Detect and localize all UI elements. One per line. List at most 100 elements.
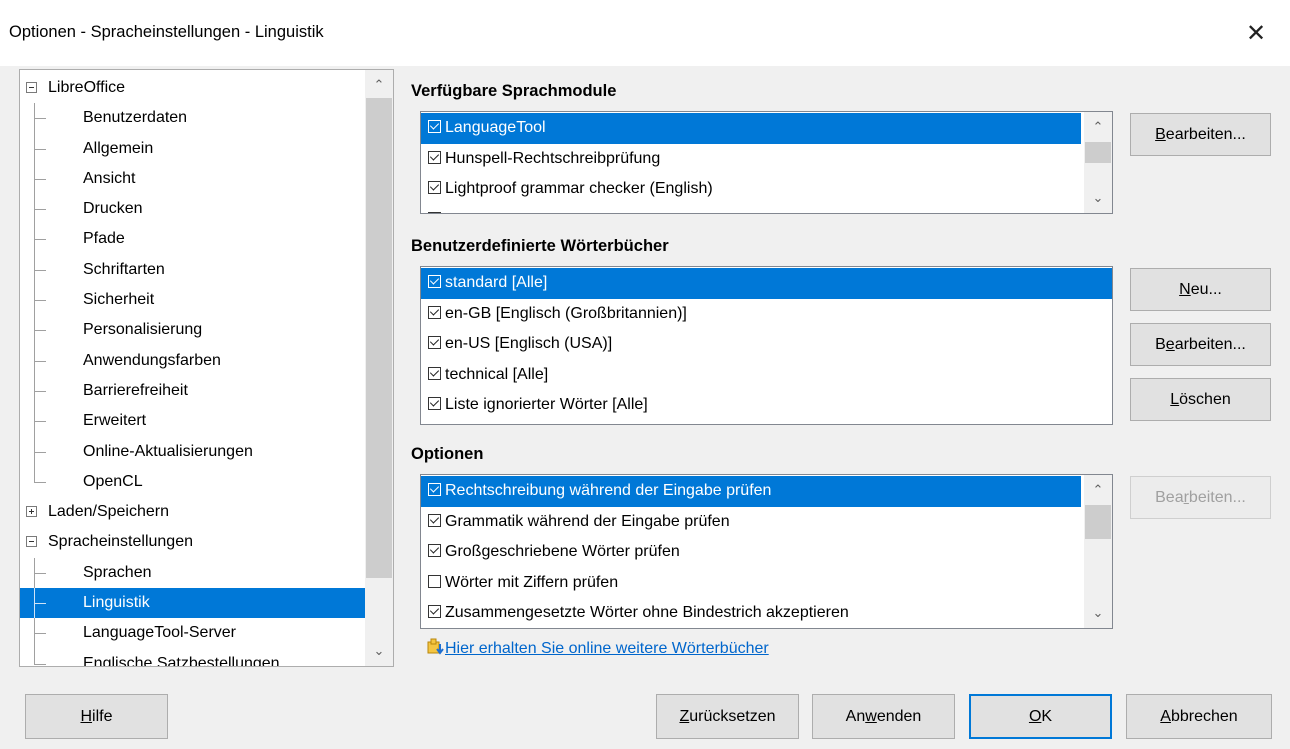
tree-item[interactable]: Pfade	[20, 224, 366, 255]
scroll-thumb[interactable]	[1085, 142, 1111, 163]
checkbox[interactable]	[428, 211, 441, 213]
list-item[interactable]: Liste ignorierter Wörter [Alle]	[421, 390, 1112, 421]
tree-item[interactable]: LanguageTool-Server	[20, 618, 366, 649]
scroll-thumb[interactable]	[1085, 505, 1111, 539]
checkbox[interactable]	[428, 366, 441, 380]
checkbox[interactable]	[428, 483, 441, 496]
checkbox[interactable]	[428, 150, 441, 164]
scroll-down-icon[interactable]: ⌄	[1084, 600, 1112, 626]
scroll-down-icon[interactable]: ⌄	[1084, 185, 1112, 211]
tree-item[interactable]: Allgemein	[20, 133, 366, 164]
btn-text: eu...	[1190, 281, 1222, 298]
checkbox[interactable]	[428, 305, 441, 319]
collapse-icon[interactable]	[26, 82, 37, 93]
list-item[interactable]: Großgeschriebene Wörter prüfen	[421, 537, 1081, 568]
dictionaries-list[interactable]: standard [Alle] en-GB [Englisch (Großbrit…	[420, 266, 1113, 425]
tree-item[interactable]: Sprachen	[20, 557, 366, 589]
tree-item[interactable]: Schriftarten	[20, 254, 366, 286]
dictionary-edit-button[interactable]: Bearbeiten...	[1130, 323, 1271, 366]
tree-guide-line	[34, 481, 46, 483]
tree-scrollbar[interactable]: ⌃ ⌄	[365, 70, 393, 666]
list-item[interactable]: Lightproof grammar checker (English)	[421, 174, 1081, 205]
tree-guide-line	[34, 663, 46, 665]
tree-item[interactable]: Benutzerdaten	[20, 103, 366, 134]
dictionary-new-button[interactable]: Neu...	[1130, 268, 1271, 311]
tree-guide-line	[34, 209, 46, 211]
collapse-icon[interactable]	[26, 536, 37, 548]
tree-item[interactable]: Englische Satzbestellungen	[20, 648, 366, 666]
tree-item[interactable]: Barrierefreiheit	[20, 375, 366, 407]
tree-guide-line	[34, 360, 46, 362]
scroll-up-icon[interactable]: ⌃	[365, 72, 393, 98]
modules-list[interactable]: LanguageTool Hunspell-Rechtschreibprüfung…	[420, 111, 1113, 214]
list-item[interactable]: Zusammengesetzte Wörter ohne Bindestrich…	[421, 598, 1081, 628]
options-scrollbar[interactable]: ⌃ ⌄	[1084, 475, 1112, 628]
checkbox[interactable]	[428, 275, 441, 288]
list-item[interactable]: Hunspell-Rechtschreibprüfung	[421, 144, 1081, 175]
expand-icon[interactable]	[26, 506, 37, 518]
tree-item[interactable]: Anwendungsfarben	[20, 345, 366, 376]
modules-rows: LanguageTool Hunspell-Rechtschreibprüfung…	[421, 113, 1081, 213]
apply-button[interactable]: Anwenden	[812, 694, 955, 739]
reset-button[interactable]: Zurücksetzen	[656, 694, 799, 739]
tree-item[interactable]: OpenCL	[20, 466, 366, 497]
options-edit-button[interactable]: Bearbeiten...	[1130, 476, 1271, 519]
checkbox[interactable]	[428, 544, 441, 557]
list-item[interactable]	[421, 205, 1081, 213]
tree-item-label: Spracheinstellungen	[48, 533, 193, 551]
tree-item[interactable]: Spracheinstellungen	[20, 527, 366, 557]
list-item-label: standard [Alle]	[445, 274, 548, 291]
checkbox[interactable]	[428, 605, 441, 618]
list-item[interactable]: standard [Alle]	[421, 268, 1112, 299]
options-rows: Rechtschreibung während der Eingabe prüf…	[421, 476, 1081, 628]
list-item[interactable]: Wörter mit Ziffern prüfen	[421, 568, 1081, 599]
modules-edit-button[interactable]: Bearbeiten...	[1130, 113, 1271, 156]
link-text[interactable]: Hier erhalten Sie online weitere Wörterb…	[445, 640, 769, 657]
list-item[interactable]: en-GB [Englisch (Großbritannien)]	[421, 299, 1112, 330]
tree-item-label: Ansicht	[83, 169, 136, 187]
scroll-down-icon[interactable]: ⌄	[365, 638, 393, 664]
list-item[interactable]: Rechtschreibung während der Eingabe prüf…	[421, 476, 1081, 507]
tree-item[interactable]: Sicherheit	[20, 285, 366, 316]
checkbox[interactable]	[428, 513, 441, 527]
dictionary-delete-button[interactable]: Löschen	[1130, 378, 1271, 421]
tree-guide-line	[34, 239, 46, 241]
checkbox[interactable]	[428, 181, 441, 194]
tree-item-label: OpenCL	[83, 472, 143, 490]
tree-item-label: Laden/Speichern	[48, 503, 169, 521]
checkbox[interactable]	[428, 336, 441, 349]
btn-accel: w	[865, 708, 877, 725]
scroll-thumb[interactable]	[366, 98, 392, 578]
tree-item[interactable]: Drucken	[20, 194, 366, 225]
tree-item[interactable]: Laden/Speichern	[20, 497, 366, 527]
close-button[interactable]: ✕	[1236, 14, 1276, 54]
tree-item[interactable]: Erweitert	[20, 406, 366, 437]
checkbox[interactable]	[428, 120, 441, 133]
list-item[interactable]: technical [Alle]	[421, 360, 1112, 391]
list-item[interactable]: en-US [Englisch (USA)]	[421, 329, 1112, 360]
tree-item[interactable]: Personalisierung	[20, 315, 366, 346]
list-item[interactable]: Grammatik während der Eingabe prüfen	[421, 507, 1081, 538]
modules-scrollbar[interactable]: ⌃ ⌄	[1084, 112, 1112, 213]
online-dictionaries-link[interactable]: Hier erhalten Sie online weitere Wörterb…	[427, 638, 769, 660]
scroll-up-icon[interactable]: ⌃	[1084, 477, 1112, 503]
btn-text: B	[1155, 336, 1166, 353]
checkbox[interactable]	[428, 397, 441, 410]
ok-button[interactable]: OK	[969, 694, 1112, 739]
tree-item[interactable]: Ansicht	[20, 163, 366, 195]
help-button[interactable]: Hilfe	[25, 694, 168, 739]
tree-item-label: Sicherheit	[83, 291, 155, 309]
list-item-label: technical [Alle]	[445, 365, 549, 383]
scroll-up-icon[interactable]: ⌃	[1084, 114, 1112, 140]
list-item-label: Grammatik während der Eingabe prüfen	[445, 512, 730, 530]
tree-item[interactable]: LibreOffice	[20, 73, 366, 103]
cancel-button[interactable]: Abbrechen	[1126, 694, 1272, 739]
options-tree[interactable]: LibreOffice Benutzerdaten Allgemein Ansicht…	[19, 69, 394, 667]
tree-item-label: Personalisierung	[83, 321, 203, 339]
list-item[interactable]: LanguageTool	[421, 113, 1081, 144]
dictionaries-rows: standard [Alle] en-GB [Englisch (Großbrit…	[421, 268, 1112, 421]
tree-item[interactable]: Online-Aktualisierungen	[20, 436, 366, 467]
tree-item[interactable]: Linguistik	[20, 588, 366, 619]
options-list[interactable]: Rechtschreibung während der Eingabe prüf…	[420, 474, 1113, 629]
checkbox[interactable]	[428, 574, 441, 588]
